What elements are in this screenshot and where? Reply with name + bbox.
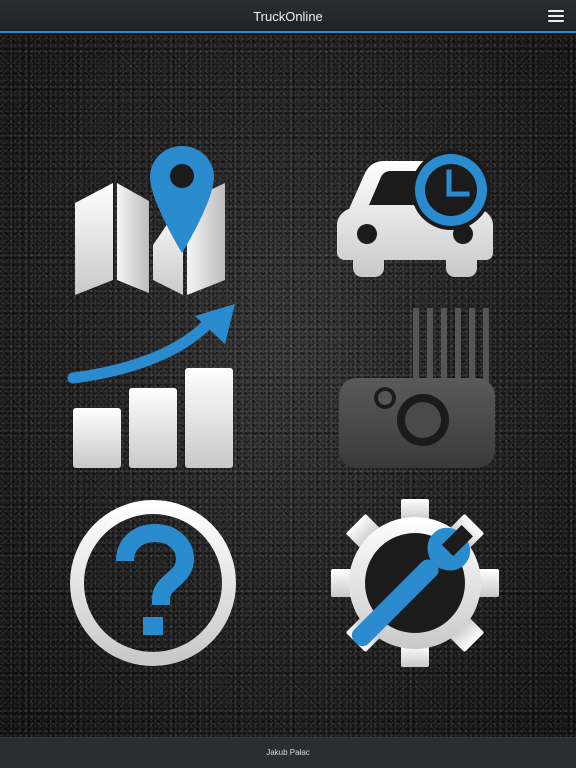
settings-tile[interactable]	[327, 495, 503, 671]
statistics-tile[interactable]	[65, 300, 241, 476]
vehicle-history-tile[interactable]	[327, 110, 503, 286]
map-location-icon	[75, 146, 225, 295]
menu-line	[548, 15, 564, 17]
help-tile[interactable]	[65, 495, 241, 671]
bottom-bar: Jakub Pałac	[0, 737, 576, 768]
bar-chart-growth-icon	[67, 304, 235, 468]
app-window: TruckOnline Jakub Pałac	[0, 0, 576, 768]
top-bar: TruckOnline	[0, 0, 576, 33]
menu-line	[548, 10, 564, 12]
fuel-tank-tile[interactable]	[327, 300, 503, 476]
hamburger-menu-icon[interactable]	[548, 9, 564, 23]
map-tile[interactable]	[65, 110, 241, 295]
app-title: TruckOnline	[253, 9, 323, 24]
dashboard-grid	[0, 35, 576, 737]
gear-wrench-icon	[331, 499, 499, 667]
author-label: Jakub Pałac	[266, 748, 310, 757]
question-mark-icon	[70, 500, 236, 666]
car-clock-icon	[337, 150, 493, 277]
fuel-tank-gauge-icon	[339, 308, 495, 468]
menu-line	[548, 20, 564, 22]
